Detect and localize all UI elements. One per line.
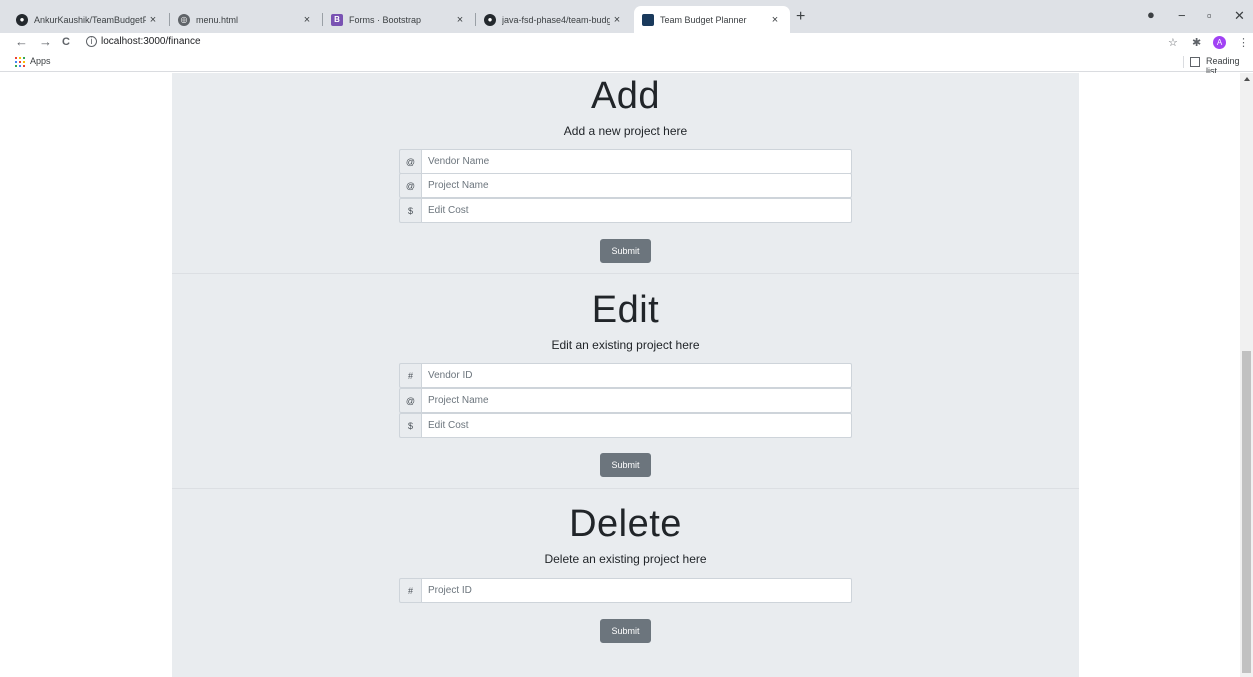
tab-team-budget-planner[interactable]: Team Budget Planner ×: [634, 6, 790, 33]
site-info-icon[interactable]: i: [86, 36, 97, 47]
tab-title: java-fsd-phase4/team-budget-pl: [502, 14, 610, 25]
cost-input[interactable]: [421, 413, 852, 438]
tab-github-phase4[interactable]: ● java-fsd-phase4/team-budget-pl ×: [476, 6, 632, 33]
tab-title: Forms · Bootstrap: [349, 14, 422, 25]
project-name-group: @: [399, 388, 852, 413]
github-icon: ●: [484, 13, 496, 26]
project-id-input[interactable]: [421, 578, 852, 603]
apps-link[interactable]: Apps: [30, 56, 51, 66]
maximize-button[interactable]: ▫: [1207, 8, 1212, 23]
vertical-scrollbar[interactable]: [1240, 73, 1253, 677]
extensions-icon[interactable]: ✱: [1192, 36, 1201, 49]
section-title: Delete: [569, 503, 682, 545]
input-prefix: @: [399, 173, 421, 198]
input-prefix: @: [399, 388, 421, 413]
tab-close-icon[interactable]: ×: [146, 14, 160, 26]
app-icon: [642, 13, 654, 26]
cost-group: $: [399, 413, 852, 438]
close-window-button[interactable]: ✕: [1234, 8, 1245, 24]
tab-forms-bootstrap[interactable]: B Forms · Bootstrap ×: [323, 6, 475, 33]
input-prefix: $: [399, 413, 421, 438]
vendor-id-group: #: [399, 363, 852, 388]
profile-indicator-icon[interactable]: ●: [1147, 7, 1155, 22]
tab-title: menu.html: [196, 14, 239, 25]
section-title: Edit: [591, 289, 660, 331]
back-button[interactable]: ←: [15, 35, 28, 49]
forward-button[interactable]: →: [39, 35, 52, 49]
project-name-group: @: [399, 173, 852, 198]
vendor-id-input[interactable]: [421, 363, 852, 388]
input-prefix: @: [399, 149, 421, 174]
bookmarks-bar: Apps Reading list: [0, 53, 1253, 76]
input-prefix: #: [399, 363, 421, 388]
edit-section: Edit Edit an existing project here # @ $…: [172, 274, 1079, 489]
menu-kebab-icon[interactable]: ⋮: [1238, 36, 1249, 49]
cost-group: $: [399, 198, 852, 223]
jumbotron-container: Add Add a new project here @ @ $ Submit …: [172, 73, 1079, 677]
minimize-button[interactable]: −: [1178, 8, 1186, 23]
project-name-input[interactable]: [421, 173, 852, 198]
tab-close-icon[interactable]: ×: [300, 14, 314, 26]
tab-close-icon[interactable]: ×: [610, 14, 624, 26]
scroll-up-arrow-icon[interactable]: [1244, 77, 1250, 81]
add-submit-button[interactable]: Submit: [600, 239, 651, 263]
tab-menu-html[interactable]: ◎ menu.html ×: [170, 6, 322, 33]
bootstrap-icon: B: [331, 13, 343, 26]
section-subtitle: Delete an existing project here: [544, 552, 707, 566]
vendor-name-input[interactable]: [421, 149, 852, 174]
add-section: Add Add a new project here @ @ $ Submit: [172, 73, 1079, 274]
tab-github-repo[interactable]: ● AnkurKaushik/TeamBudgetPlann ×: [8, 6, 168, 33]
section-subtitle: Edit an existing project here: [551, 338, 700, 352]
divider: [1183, 56, 1184, 68]
tab-close-icon[interactable]: ×: [768, 14, 782, 26]
apps-grid-icon[interactable]: [15, 57, 25, 67]
tab-title: Team Budget Planner: [660, 14, 747, 25]
project-id-group: #: [399, 578, 852, 603]
edit-submit-button[interactable]: Submit: [600, 453, 651, 477]
tab-strip: ● AnkurKaushik/TeamBudgetPlann × ◎ menu.…: [0, 0, 1253, 33]
new-tab-button[interactable]: +: [796, 9, 805, 25]
delete-section: Delete Delete an existing project here #…: [172, 489, 1079, 677]
tab-title: AnkurKaushik/TeamBudgetPlann: [34, 14, 146, 25]
input-prefix: #: [399, 578, 421, 603]
input-prefix: $: [399, 198, 421, 223]
browser-toolbar: ← → C i localhost:3000/finance ☆ ✱ A ⋮: [0, 33, 1253, 53]
cost-input[interactable]: [421, 198, 852, 223]
tab-close-icon[interactable]: ×: [453, 14, 467, 26]
page-viewport: Add Add a new project here @ @ $ Submit …: [0, 73, 1253, 677]
section-title: Add: [590, 75, 661, 117]
reload-button[interactable]: C: [62, 35, 70, 49]
section-subtitle: Add a new project here: [563, 124, 688, 138]
vendor-name-group: @: [399, 149, 852, 174]
avatar[interactable]: A: [1213, 36, 1226, 49]
bookmark-star-icon[interactable]: ☆: [1168, 36, 1178, 49]
address-bar[interactable]: localhost:3000/finance: [101, 36, 201, 47]
globe-icon: ◎: [178, 13, 190, 26]
reading-list-icon[interactable]: [1190, 57, 1200, 67]
project-name-input[interactable]: [421, 388, 852, 413]
delete-submit-button[interactable]: Submit: [600, 619, 651, 643]
github-icon: ●: [16, 13, 28, 26]
scrollbar-thumb[interactable]: [1242, 351, 1251, 673]
